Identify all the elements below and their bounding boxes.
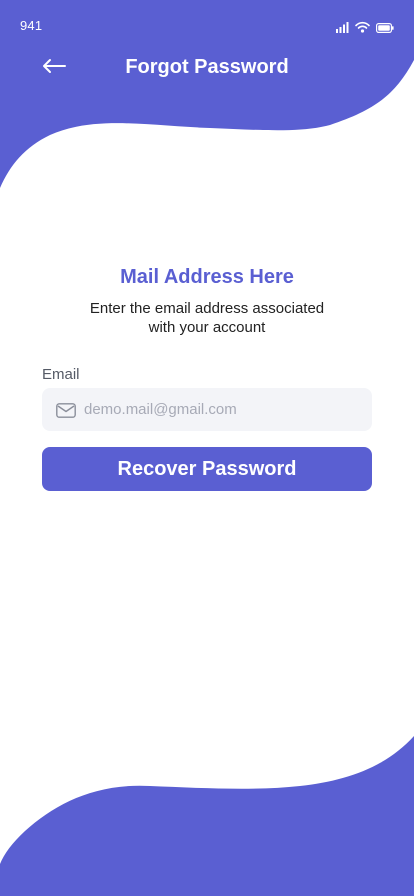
- recover-password-button[interactable]: Recover Password: [42, 447, 372, 491]
- email-input[interactable]: [84, 388, 354, 431]
- bottom-wave-background: [0, 736, 414, 896]
- subtext-line-2: with your account: [148, 319, 266, 336]
- email-field-container: [42, 388, 372, 431]
- forgot-password-form: Mail Address Here Enter the email addres…: [42, 266, 372, 491]
- app-header: Forgot Password: [0, 48, 414, 90]
- form-heading: Mail Address Here: [120, 266, 294, 288]
- subtext-line-1: Enter the email address associated: [89, 300, 325, 317]
- email-label: Email: [42, 366, 80, 383]
- form-subtext: Enter the email address associated with …: [42, 299, 372, 337]
- page-title: Forgot Password: [125, 56, 289, 78]
- status-bar: 941: [0, 0, 414, 50]
- wifi-icon: [355, 20, 370, 38]
- mail-icon: [56, 403, 76, 423]
- status-icons: [336, 20, 394, 38]
- signal-icon: [336, 20, 349, 38]
- status-time: 941: [20, 18, 43, 33]
- battery-icon: [376, 20, 394, 38]
